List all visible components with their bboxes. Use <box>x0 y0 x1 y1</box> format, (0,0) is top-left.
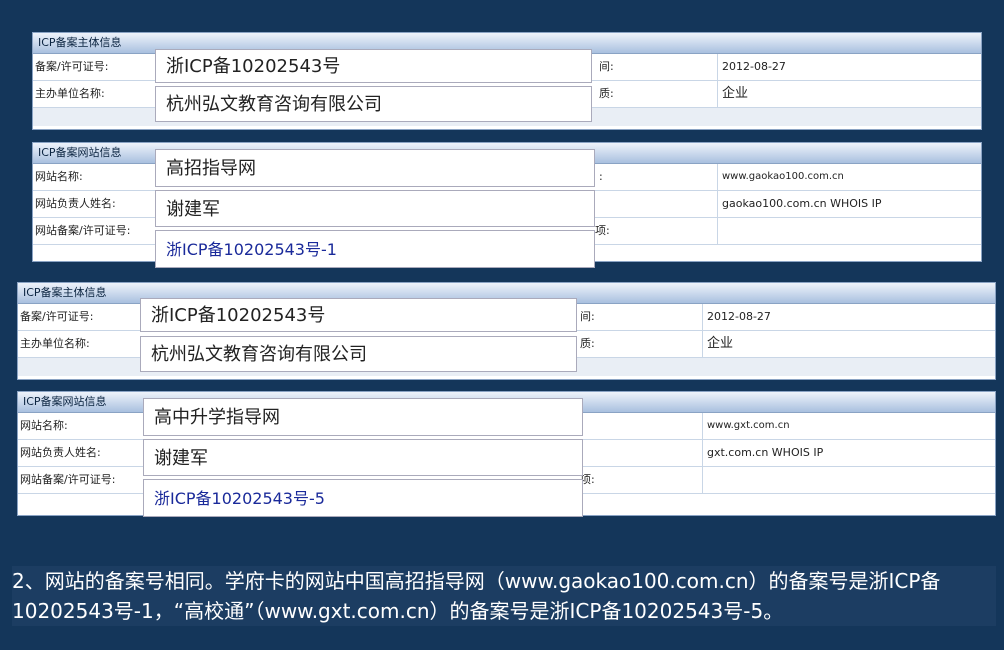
reg-no-label: 备案/许可证号: <box>33 54 155 80</box>
site-reg-overlay: 浙ICP备10202543号-5 <box>143 479 583 517</box>
org-type: 企业 <box>702 331 733 357</box>
org-name-overlay: 杭州弘文教育咨询有限公司 <box>155 86 592 122</box>
org-type-label: 质: <box>580 337 595 350</box>
reg-no-overlay: 浙ICP备10202543号 <box>155 49 592 83</box>
empty-cell <box>702 467 707 493</box>
site-name-label: 网站名称: <box>33 164 155 190</box>
org-name-label: 主办单位名称: <box>18 331 140 357</box>
empty-cell <box>717 218 722 244</box>
site-reg-label: 网站备案/许可证号: <box>33 218 155 244</box>
approval-date: 2012-08-27 <box>717 54 786 80</box>
reg-no-label: 备案/许可证号: <box>18 304 140 330</box>
site-owner-label: 网站负责人姓名: <box>33 191 155 217</box>
date-label: 间: <box>580 310 595 323</box>
site-reg-label: 网站备案/许可证号: <box>18 467 140 493</box>
site-name-overlay: 高中升学指导网 <box>143 398 583 436</box>
site-owner-label: 网站负责人姓名: <box>18 440 140 466</box>
org-name-label: 主办单位名称: <box>33 81 155 107</box>
date-label: 间: <box>599 60 614 73</box>
site-owner-overlay: 谢建军 <box>143 439 583 476</box>
org-type: 企业 <box>717 81 748 107</box>
domain[interactable]: gxt.com.cn WHOIS IP <box>702 440 823 466</box>
home-url[interactable]: www.gaokao100.com.cn <box>717 164 844 190</box>
org-type-label: 质: <box>599 87 614 100</box>
site-reg-overlay: 浙ICP备10202543号-1 <box>155 230 595 268</box>
org-name-overlay: 杭州弘文教育咨询有限公司 <box>140 336 577 372</box>
home-url[interactable]: www.gxt.com.cn <box>702 413 790 439</box>
domain[interactable]: gaokao100.com.cn WHOIS IP <box>717 191 882 217</box>
reg-no-overlay: 浙ICP备10202543号 <box>140 298 577 332</box>
approval-date: 2012-08-27 <box>702 304 771 330</box>
site-name-overlay: 高招指导网 <box>155 149 595 187</box>
caption-text: 2、网站的备案号相同。学府卡的网站中国高招指导网（www.gaokao100.c… <box>12 566 996 626</box>
item-label: 项: <box>595 224 610 237</box>
site-owner-overlay: 谢建军 <box>155 190 595 227</box>
home-url-label: : <box>599 170 603 183</box>
site-name-label: 网站名称: <box>18 413 140 439</box>
